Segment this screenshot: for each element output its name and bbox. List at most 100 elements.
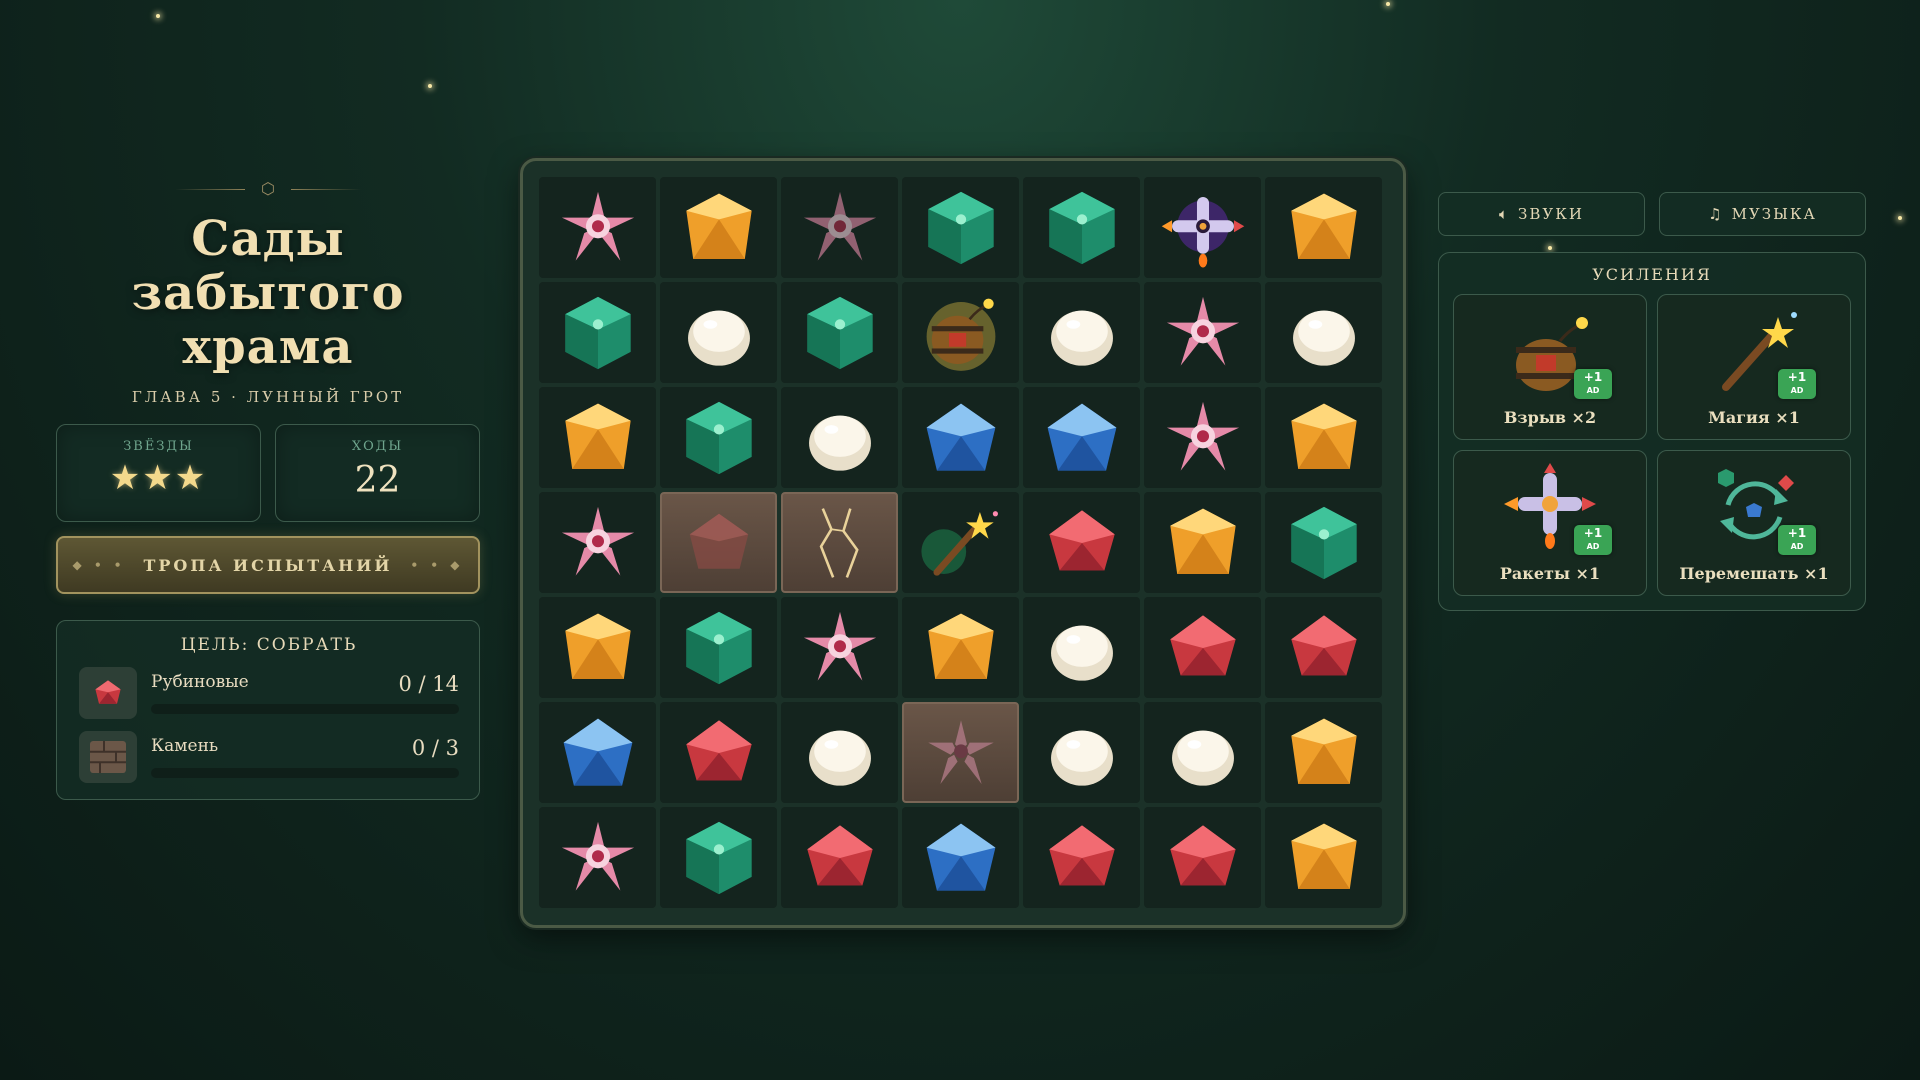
flower-gem[interactable]: [781, 597, 898, 698]
emerald-gem[interactable]: [902, 177, 1019, 278]
ruby-gem[interactable]: [1023, 492, 1140, 593]
level-title: Сады забытого храма: [56, 212, 480, 374]
booster-label: Ракеты ×1: [1499, 564, 1601, 583]
barrel-bomb-tile[interactable]: [902, 282, 1019, 383]
goal-progress-bar: [151, 768, 459, 778]
stars-rating: ★★★: [109, 458, 208, 498]
sound-toggle[interactable]: 🔈︎ ЗВУКИ: [1438, 192, 1645, 236]
booster-label: Перемешать ×1: [1679, 564, 1829, 583]
flower-gem[interactable]: [1144, 387, 1261, 488]
moves-card: ХОДЫ 22: [275, 424, 480, 522]
emerald-gem[interactable]: [1023, 177, 1140, 278]
flower-gem[interactable]: [781, 177, 898, 278]
level-title-line2: храма: [182, 319, 354, 375]
flower-gem[interactable]: [539, 492, 656, 593]
stone-block-tile[interactable]: [902, 702, 1019, 803]
pearl-gem[interactable]: [1023, 597, 1140, 698]
goal-heading: ЦЕЛЬ: СОБРАТЬ: [180, 635, 358, 655]
goal-item-label: Рубиновые: [151, 672, 249, 692]
booster-shuffle[interactable]: +1 AD Перемешать ×1: [1657, 450, 1851, 596]
ad-badge: +1 AD: [1778, 369, 1816, 399]
booster-label: Взрыв ×2: [1503, 408, 1597, 427]
sound-label: ЗВУКИ: [1518, 205, 1584, 223]
cracked-stone-tile[interactable]: [781, 492, 898, 593]
topaz-gem[interactable]: [660, 177, 777, 278]
topaz-gem[interactable]: [1265, 387, 1382, 488]
speaker-icon: 🔈︎: [1499, 205, 1511, 223]
topaz-gem[interactable]: [539, 597, 656, 698]
ad-badge: +1 AD: [1574, 369, 1612, 399]
booster-label: Магия ×1: [1708, 408, 1800, 427]
booster-magic[interactable]: +1 AD Магия ×1: [1657, 294, 1851, 440]
hexagon-icon: ⬡: [261, 179, 275, 198]
topaz-gem[interactable]: [1265, 807, 1382, 908]
music-toggle[interactable]: ♫ МУЗЫКА: [1659, 192, 1866, 236]
sapphire-gem[interactable]: [902, 807, 1019, 908]
topaz-gem[interactable]: [902, 597, 1019, 698]
topaz-gem[interactable]: [1265, 702, 1382, 803]
booster-blast[interactable]: +1 AD Взрыв ×2: [1453, 294, 1647, 440]
pearl-gem[interactable]: [781, 702, 898, 803]
pearl-gem[interactable]: [1144, 702, 1261, 803]
flower-gem[interactable]: [539, 177, 656, 278]
pearl-gem[interactable]: [1265, 282, 1382, 383]
goal-item-label: Камень: [151, 736, 219, 756]
goal-item-ruby: Рубиновые 0 / 14: [79, 667, 459, 719]
boosters-panel: УСИЛЕНИЯ +1 AD Взрыв ×2 +1 AD Магия ×1 +…: [1438, 252, 1866, 611]
ruby-gem[interactable]: [1144, 597, 1261, 698]
flower-gem[interactable]: [539, 807, 656, 908]
boosters-heading: УСИЛЕНИЯ: [1592, 265, 1712, 284]
pearl-gem[interactable]: [781, 387, 898, 488]
music-label: МУЗЫКА: [1731, 205, 1817, 223]
level-info-panel: ⬡ Сады забытого храма ГЛАВА 5 · ЛУННЫЙ Г…: [56, 180, 480, 800]
game-board: [520, 158, 1406, 928]
emerald-gem[interactable]: [660, 807, 777, 908]
tile-grid: [539, 177, 1382, 908]
goal-item-count: 0 / 3: [411, 736, 459, 760]
ruby-icon: [79, 667, 137, 719]
pearl-gem[interactable]: [1023, 282, 1140, 383]
trial-path-button[interactable]: ◆ • • ТРОПА ИСПЫТАНИЙ • • ◆: [56, 536, 480, 594]
goal-progress-bar: [151, 704, 459, 714]
emerald-gem[interactable]: [1265, 492, 1382, 593]
emerald-gem[interactable]: [539, 282, 656, 383]
level-title-line1: Сады забытого: [131, 211, 405, 321]
sapphire-gem[interactable]: [902, 387, 1019, 488]
ad-badge: +1 AD: [1778, 525, 1816, 555]
chapter-subtitle: ГЛАВА 5 · ЛУННЫЙ ГРОТ: [131, 388, 405, 406]
flower-gem[interactable]: [1144, 282, 1261, 383]
trial-path-label: ТРОПА ИСПЫТАНИЙ: [143, 555, 393, 575]
moves-count: 22: [354, 460, 401, 501]
ruby-gem[interactable]: [1023, 807, 1140, 908]
ruby-gem[interactable]: [660, 702, 777, 803]
sparkle: [1898, 216, 1902, 220]
pearl-gem[interactable]: [660, 282, 777, 383]
sapphire-gem[interactable]: [539, 702, 656, 803]
emerald-gem[interactable]: [660, 597, 777, 698]
topaz-gem[interactable]: [539, 387, 656, 488]
ruby-gem[interactable]: [1265, 597, 1382, 698]
rocket-booster-tile[interactable]: [1144, 177, 1261, 278]
emerald-gem[interactable]: [781, 282, 898, 383]
ruby-gem[interactable]: [1144, 807, 1261, 908]
goal-item-stone: Камень 0 / 3: [79, 731, 459, 783]
ruby-gem[interactable]: [781, 807, 898, 908]
controls-panel: 🔈︎ ЗВУКИ ♫ МУЗЫКА УСИЛЕНИЯ +1 AD Взрыв ×2…: [1438, 192, 1866, 611]
goal-panel: ЦЕЛЬ: СОБРАТЬ Рубиновые 0 / 14 Камень 0 …: [56, 620, 480, 800]
booster-rockets[interactable]: +1 AD Ракеты ×1: [1453, 450, 1647, 596]
sparkle: [156, 14, 160, 18]
moves-label: ХОДЫ: [351, 439, 404, 454]
pearl-gem[interactable]: [1023, 702, 1140, 803]
topaz-gem[interactable]: [1144, 492, 1261, 593]
sapphire-gem[interactable]: [1023, 387, 1140, 488]
ad-badge: +1 AD: [1574, 525, 1612, 555]
magic-wand-tile[interactable]: [902, 492, 1019, 593]
ornament-right: • • ◆: [410, 558, 464, 572]
stone-block-tile[interactable]: [660, 492, 777, 593]
title-ornament: ⬡: [56, 180, 480, 198]
topaz-gem[interactable]: [1265, 177, 1382, 278]
stars-label: ЗВЁЗДЫ: [123, 439, 194, 454]
emerald-gem[interactable]: [660, 387, 777, 488]
ornament-left: ◆ • •: [72, 558, 126, 572]
goal-item-count: 0 / 14: [398, 672, 459, 696]
